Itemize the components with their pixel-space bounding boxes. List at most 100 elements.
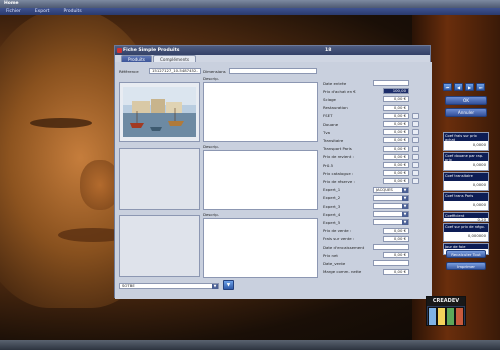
amount-field[interactable]: 0,00 €: [383, 153, 409, 160]
coef-value[interactable]: 0,0000: [444, 141, 488, 148]
amount-field[interactable]: 0,00 €: [383, 178, 409, 185]
product-photo-2[interactable]: [119, 148, 200, 210]
expert-select[interactable]: ▼: [373, 211, 409, 218]
bottom-combo[interactable]: SOTBE ▼: [119, 283, 219, 289]
reference-input[interactable]: 15127127_10-5487452-: [149, 68, 201, 74]
field-label: Prix de réserve :: [323, 178, 355, 184]
amount-field[interactable]: 0,00 €: [383, 252, 409, 259]
field-label: Prix de revient :: [323, 154, 354, 160]
tab-bar: Produits Compléments: [115, 55, 430, 62]
amount-field[interactable]: 0,00 €: [383, 121, 409, 127]
last-record-icon[interactable]: ⏭: [476, 83, 485, 91]
coef-trans-paris: Coef trans Paris 0,0000: [443, 192, 489, 211]
app-titlebar: Home: [0, 0, 500, 8]
coef-label: Coef frais sur prix achat: [444, 133, 488, 141]
field-label: Expert_1: [323, 187, 341, 193]
prev-record-icon[interactable]: ◀: [454, 83, 463, 91]
field-label: Expert_5: [323, 219, 341, 225]
cancel-button[interactable]: Annuler: [445, 108, 487, 117]
date-field[interactable]: [373, 244, 409, 250]
description-textarea-2[interactable]: [203, 150, 318, 210]
coef-label: Coef transitaire: [444, 173, 488, 181]
amount-field[interactable]: 0,00 €: [383, 170, 409, 177]
product-photo-3[interactable]: [119, 215, 200, 277]
descrip-label-2: Descrip.: [203, 144, 219, 149]
date-field[interactable]: [373, 80, 409, 86]
description-textarea-1[interactable]: [203, 82, 318, 142]
combo-action-button[interactable]: ▼: [223, 280, 234, 290]
coef-label: Coef sur prix de négo.: [444, 224, 488, 232]
expert-select[interactable]: JACQUES ▼: [373, 186, 409, 193]
field-toggle[interactable]: [412, 162, 419, 168]
field-label: Prix net: [323, 252, 338, 258]
field-toggle[interactable]: [412, 170, 419, 177]
date-field[interactable]: [373, 260, 409, 267]
coefficient: Coefficient 0,20: [443, 212, 489, 222]
field-toggle[interactable]: [412, 121, 419, 127]
amount-field[interactable]: 0,00 €: [383, 227, 409, 234]
amount-field[interactable]: 0,00 €: [383, 104, 409, 111]
field-toggle[interactable]: [412, 178, 419, 185]
menu-item-produits[interactable]: Produits: [63, 9, 81, 14]
field-label: Douane: [323, 121, 339, 127]
field-label: FSET: [323, 113, 333, 119]
print-button[interactable]: Imprimer: [446, 262, 486, 270]
field-label: Transitaire: [323, 137, 344, 143]
harbor-painting-image: [120, 83, 199, 141]
amount-field[interactable]: 0,00 €: [383, 268, 409, 275]
coef-value[interactable]: 0,20: [444, 217, 488, 222]
menu-bar: Fichier Export Produits: [0, 8, 500, 15]
field-label: Prix de vente :: [323, 228, 352, 234]
coef-value[interactable]: 0,0000: [444, 201, 488, 208]
coef-frais-achat: Coef frais sur prix achat 0,0000: [443, 132, 489, 151]
recalculate-all-button[interactable]: Recalculer Tout: [446, 250, 486, 258]
dimensions-label: Dimensions: [203, 69, 226, 74]
window-close-icon[interactable]: [117, 48, 122, 53]
field-label: Date entrée: [323, 80, 347, 86]
amount-field[interactable]: 0,00 €: [383, 96, 409, 103]
amount-field[interactable]: 0,00 €: [383, 145, 409, 152]
field-toggle[interactable]: [412, 153, 419, 160]
expert-select[interactable]: ▼: [373, 194, 409, 201]
amount-field[interactable]: 0,00 €: [383, 129, 409, 136]
amount-field[interactable]: 100,00: [383, 88, 409, 95]
field-toggle[interactable]: [412, 129, 419, 136]
field-toggle[interactable]: [412, 137, 419, 144]
product-photo-1[interactable]: [119, 82, 200, 142]
field-label: Frais sur vente :: [323, 236, 355, 242]
next-record-icon[interactable]: ▶: [465, 83, 474, 91]
coef-value[interactable]: 0,000000: [444, 232, 488, 239]
field-label: Tva: [323, 129, 331, 135]
coef-prix-nego: Coef sur prix de négo. 0,000000: [443, 223, 489, 242]
tab-produits[interactable]: Produits: [121, 55, 152, 62]
taskbar: [0, 340, 500, 350]
descrip-label-3: Descrip.: [203, 212, 219, 217]
coef-value[interactable]: 0,0000: [444, 181, 488, 188]
amount-field[interactable]: 0,00 €: [383, 137, 409, 144]
field-toggle[interactable]: [412, 112, 419, 119]
description-textarea-3[interactable]: [203, 218, 318, 278]
amount-field[interactable]: 0,00 €: [383, 112, 409, 119]
buddha-eye-detail: [30, 118, 92, 128]
chevron-down-icon: ▼: [212, 284, 218, 289]
coef-value[interactable]: 0,0000: [444, 161, 488, 168]
form-body: Référence 15127127_10-5487452- Dimension…: [115, 62, 432, 299]
field-toggle[interactable]: [412, 145, 419, 152]
field-label: Expert_4: [323, 211, 341, 217]
ok-button[interactable]: OK: [445, 96, 487, 105]
amount-field[interactable]: 0,00 €: [383, 235, 409, 242]
expert-select[interactable]: ▼: [373, 219, 409, 226]
menu-item-fichier[interactable]: Fichier: [6, 9, 21, 14]
amount-field[interactable]: 0,00 €: [383, 162, 409, 168]
menu-item-export[interactable]: Export: [35, 9, 50, 14]
dimensions-input[interactable]: [229, 68, 317, 74]
expert-select[interactable]: ▼: [373, 203, 409, 209]
chevron-down-icon: ▼: [402, 212, 408, 218]
expert-select-value: JACQUES: [376, 186, 393, 192]
field-label: Prix catalogue :: [323, 170, 354, 176]
window-number: 18: [325, 47, 332, 53]
logo-mosaic-icon: [428, 307, 464, 326]
product-window: Fiche Simple Produits 18 Produits Complé…: [114, 45, 432, 299]
first-record-icon[interactable]: ⏮: [443, 83, 452, 91]
tab-complements[interactable]: Compléments: [152, 55, 197, 62]
